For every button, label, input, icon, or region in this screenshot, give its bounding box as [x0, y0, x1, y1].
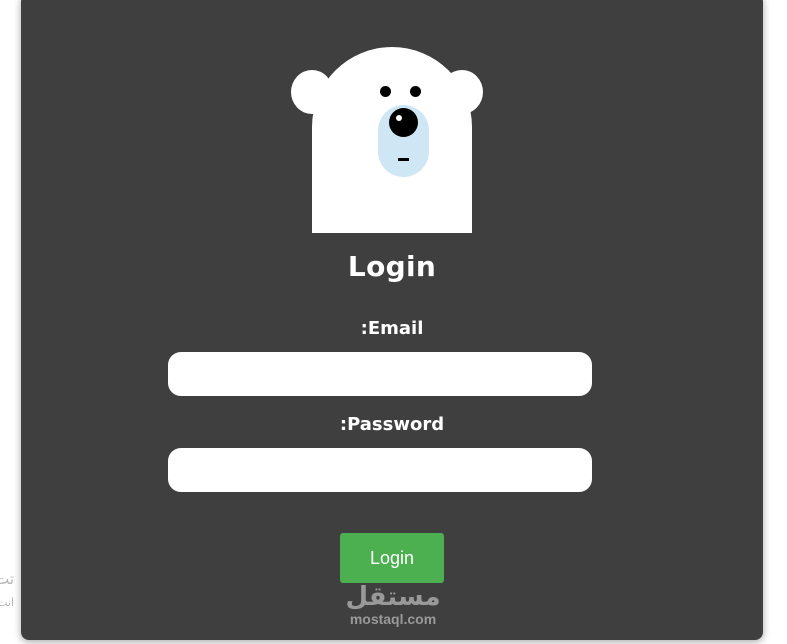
email-label: :Email	[360, 318, 424, 339]
login-card: Login :Email :Password Login مستقل mosta…	[21, 0, 763, 640]
watermark-latin: mostaql.com	[349, 611, 437, 627]
bear-muzzle	[378, 105, 429, 177]
bear-mouth	[398, 158, 409, 161]
password-field[interactable]	[168, 448, 592, 492]
background-text-line-2: انت	[0, 596, 14, 609]
polar-bear-icon	[291, 47, 491, 233]
bear-head	[312, 47, 472, 233]
bear-nose	[389, 108, 418, 137]
watermark-logo: مستقل mostaql.com	[339, 582, 447, 626]
background-text-line-1: تت	[0, 570, 14, 588]
page: تت انت Login :Email :Password Login مستق…	[0, 0, 787, 644]
email-field[interactable]	[168, 352, 592, 396]
password-label: :Password	[339, 414, 445, 435]
bear-right-eye	[410, 86, 421, 97]
watermark-arabic: مستقل	[345, 582, 441, 612]
login-title: Login	[347, 250, 437, 283]
bear-left-eye	[380, 86, 391, 97]
login-button[interactable]: Login	[340, 533, 444, 583]
